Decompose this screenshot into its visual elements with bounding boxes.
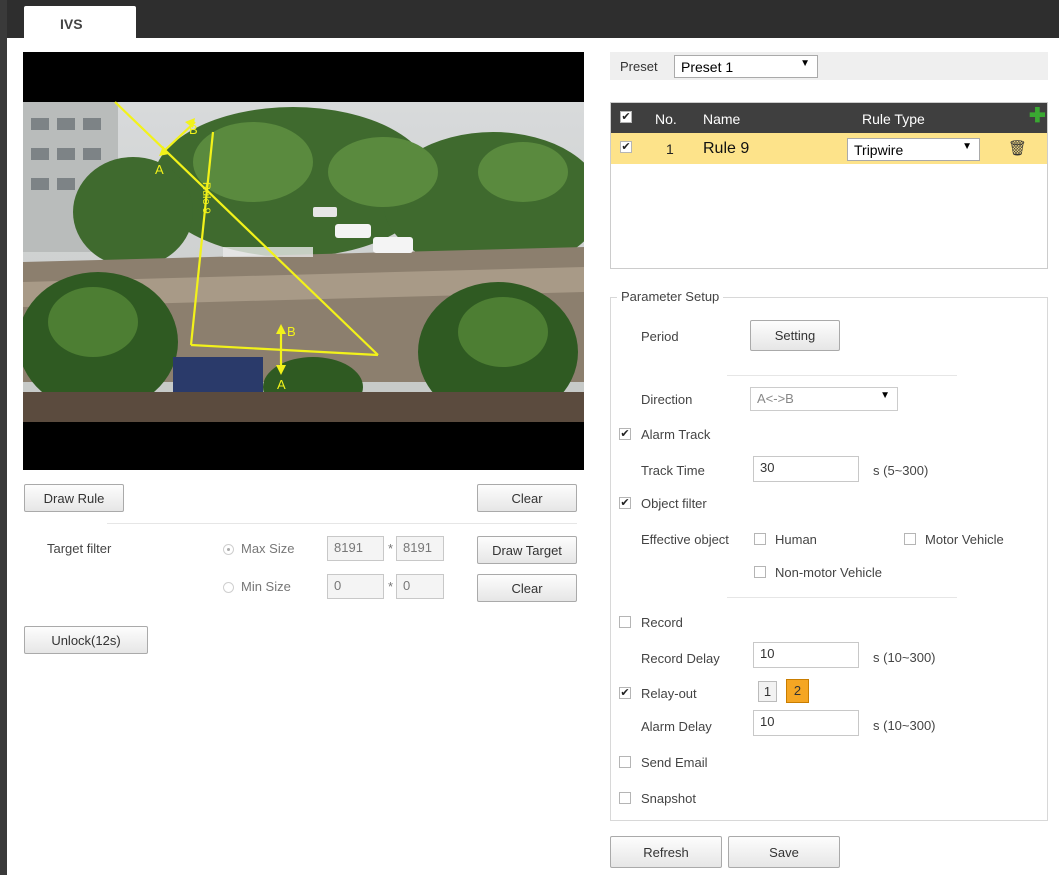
tab-ivs-label: IVS xyxy=(60,16,83,32)
left-divider xyxy=(107,523,577,524)
header-rule-type: Rule Type xyxy=(862,111,925,127)
divider-2 xyxy=(727,597,957,598)
row-name: Rule 9 xyxy=(703,140,750,157)
table-row[interactable] xyxy=(611,133,1047,164)
draw-rule-button[interactable]: Draw Rule xyxy=(24,484,124,512)
send-email-label: Send Email xyxy=(641,755,708,770)
video-label-a1: A xyxy=(155,162,164,177)
track-time-input[interactable]: 30 xyxy=(753,456,859,482)
preset-label: Preset xyxy=(620,59,658,74)
alarm-track-checkbox[interactable]: ✔ xyxy=(619,428,631,440)
max-height-input[interactable]: 8191 xyxy=(396,536,444,561)
effective-object-label: Effective object xyxy=(641,532,729,547)
video-label-b1: B xyxy=(189,122,198,137)
divider-1 xyxy=(727,375,957,376)
video-label-a2: A xyxy=(277,377,286,392)
object-filter-checkbox[interactable]: ✔ xyxy=(619,497,631,509)
min-size-label: Min Size xyxy=(241,579,291,594)
send-email-checkbox[interactable] xyxy=(619,756,631,768)
snapshot-checkbox[interactable] xyxy=(619,792,631,804)
video-scene: A B A B Rule 9 xyxy=(23,101,584,422)
period-label: Period xyxy=(641,329,679,344)
non-motor-vehicle-checkbox[interactable] xyxy=(754,566,766,578)
relay-out-label: Relay-out xyxy=(641,686,697,701)
min-height-input[interactable]: 0 xyxy=(396,574,444,599)
save-button[interactable]: Save xyxy=(728,836,840,868)
chevron-down-icon: ▼ xyxy=(800,58,810,69)
rule-table: ✔ No. Name Rule Type ✚ ✔ 1 Rule 9 Tripwi… xyxy=(610,102,1048,269)
motor-vehicle-label: Motor Vehicle xyxy=(925,532,1004,547)
max-size-radio[interactable] xyxy=(223,544,234,555)
min-size-radio[interactable] xyxy=(223,582,234,593)
snapshot-label: Snapshot xyxy=(641,791,696,806)
header-name: Name xyxy=(703,111,741,127)
video-preview[interactable]: A B A B Rule 9 xyxy=(23,52,584,470)
motor-vehicle-checkbox[interactable] xyxy=(904,533,916,545)
preset-select[interactable]: Preset 1 ▼ xyxy=(674,55,818,78)
relay-1-button[interactable]: 1 xyxy=(758,681,777,702)
alarm-track-label: Alarm Track xyxy=(641,427,711,442)
unlock-button[interactable]: Unlock(12s) xyxy=(24,626,148,654)
parameter-setup-title: Parameter Setup xyxy=(617,289,724,304)
select-all-checkbox[interactable]: ✔ xyxy=(620,111,632,123)
video-label-b2: B xyxy=(287,324,296,339)
rule-type-value: Tripwire xyxy=(854,142,904,158)
preset-select-value: Preset 1 xyxy=(681,59,734,75)
max-width-input[interactable]: 8191 xyxy=(327,536,384,561)
record-delay-label: Record Delay xyxy=(641,651,720,666)
max-size-label: Max Size xyxy=(241,541,295,556)
trash-icon[interactable]: 🗑 xyxy=(1008,139,1027,157)
refresh-button[interactable]: Refresh xyxy=(610,836,722,868)
alarm-delay-input[interactable]: 10 xyxy=(753,710,859,736)
add-rule-icon[interactable]: ✚ xyxy=(1029,106,1046,126)
human-label: Human xyxy=(775,532,817,547)
relay-out-checkbox[interactable]: ✔ xyxy=(619,687,631,699)
ivs-window: IVS A B A B Rule 9 Draw Rule Clear Targe… xyxy=(7,0,1059,875)
object-filter-label: Object filter xyxy=(641,496,707,511)
draw-target-button[interactable]: Draw Target xyxy=(477,536,577,564)
direction-label: Direction xyxy=(641,392,693,407)
track-time-unit: s (5~300) xyxy=(873,463,929,478)
human-checkbox[interactable] xyxy=(754,533,766,545)
direction-value: A<->B xyxy=(757,391,794,406)
target-filter-label: Target filter xyxy=(47,541,112,556)
min-times-sign: * xyxy=(388,579,394,594)
record-delay-input[interactable]: 10 xyxy=(753,642,859,668)
non-motor-vehicle-label: Non-motor Vehicle xyxy=(775,565,882,580)
clear-rule-button[interactable]: Clear xyxy=(477,484,577,512)
record-delay-unit: s (10~300) xyxy=(873,650,936,665)
direction-select[interactable]: A<->B ▼ xyxy=(750,387,898,411)
row-no: 1 xyxy=(666,141,674,157)
header-no: No. xyxy=(655,111,677,127)
record-label: Record xyxy=(641,615,683,630)
record-checkbox[interactable] xyxy=(619,616,631,628)
tab-bar: IVS xyxy=(7,0,1059,38)
relay-2-button[interactable]: 2 xyxy=(786,679,809,703)
track-time-label: Track Time xyxy=(641,463,705,478)
tab-ivs[interactable]: IVS xyxy=(24,6,136,38)
chevron-down-icon: ▼ xyxy=(962,141,972,152)
row-checkbox[interactable]: ✔ xyxy=(620,141,632,153)
min-width-input[interactable]: 0 xyxy=(327,574,384,599)
video-rule-label: Rule 9 xyxy=(200,182,212,214)
period-setting-button[interactable]: Setting xyxy=(750,320,840,351)
alarm-delay-unit: s (10~300) xyxy=(873,718,936,733)
rule-type-select[interactable]: Tripwire ▼ xyxy=(847,138,980,161)
max-times-sign: * xyxy=(388,541,394,556)
alarm-delay-label: Alarm Delay xyxy=(641,719,712,734)
clear-target-button[interactable]: Clear xyxy=(477,574,577,602)
chevron-down-icon: ▼ xyxy=(880,390,890,401)
